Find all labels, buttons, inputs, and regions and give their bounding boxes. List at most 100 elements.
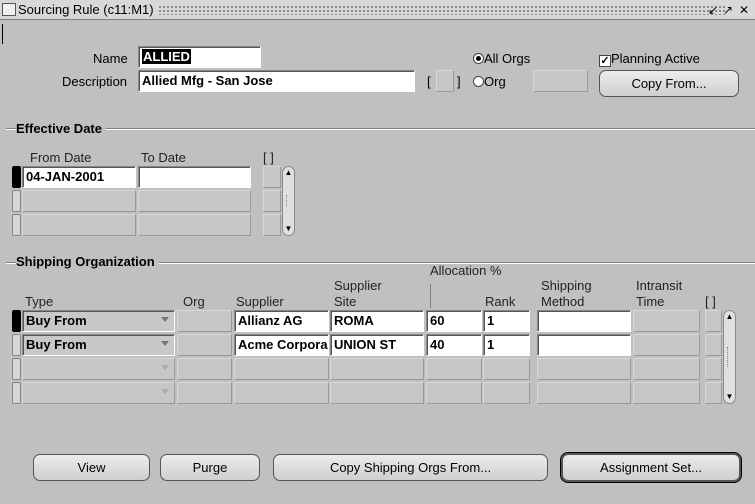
allocation-cell[interactable]: 40 <box>426 334 482 356</box>
from-date-field[interactable] <box>22 214 136 236</box>
copy-from-button[interactable]: Copy From... <box>599 70 739 97</box>
org-cell[interactable] <box>177 310 232 332</box>
flex-bracket: [ <box>427 74 432 89</box>
type-select[interactable]: Buy From <box>22 334 175 356</box>
maximize-icon[interactable]: ↗ <box>721 2 735 18</box>
to-date-field[interactable] <box>138 214 251 236</box>
org-field[interactable] <box>533 70 588 92</box>
copy-shipping-orgs-button[interactable]: Copy Shipping Orgs From... <box>273 454 548 481</box>
chevron-down-icon <box>161 317 169 322</box>
close-icon[interactable]: ✕ <box>737 2 751 18</box>
scroll-up-icon[interactable]: ▲ <box>283 168 294 178</box>
shipping-method-cell[interactable] <box>537 382 631 404</box>
name-label: Name <box>93 51 128 66</box>
shipping-method-cell[interactable] <box>537 334 631 356</box>
org-cell[interactable] <box>177 358 232 380</box>
allocation-cell[interactable] <box>426 358 482 380</box>
type-select[interactable]: Buy From <box>22 310 175 332</box>
checkbox-checked-icon: ✓ <box>599 55 611 67</box>
to-date-field[interactable] <box>138 190 251 212</box>
assignment-set-button[interactable]: Assignment Set... <box>560 452 742 483</box>
scroll-grip-icon[interactable] <box>286 195 291 207</box>
intransit-time-cell[interactable] <box>633 334 700 356</box>
shipping-flex-cell[interactable] <box>705 310 722 332</box>
type-value: Buy From <box>26 313 87 328</box>
type-select[interactable] <box>22 382 175 404</box>
planning-active-label: Planning Active <box>611 51 700 66</box>
supplier-cell[interactable]: Allianz AG <box>234 310 329 332</box>
planning-active-checkbox[interactable]: ✓Planning Active <box>599 51 700 67</box>
row-indicator[interactable] <box>12 382 21 404</box>
allocation-cell[interactable] <box>426 382 482 404</box>
scroll-down-icon[interactable]: ▼ <box>724 392 735 402</box>
supplier-cell[interactable] <box>234 382 329 404</box>
scroll-down-icon[interactable]: ▼ <box>283 224 294 234</box>
org-cell[interactable] <box>177 382 232 404</box>
minimize-icon[interactable]: ↙ <box>706 2 720 18</box>
shipping-method-cell[interactable] <box>537 310 631 332</box>
date-flex-cell[interactable] <box>263 214 281 236</box>
shipping-flex-cell[interactable] <box>705 334 722 356</box>
org-header: Org <box>183 294 205 309</box>
row-indicator[interactable] <box>12 214 21 236</box>
flex-bracket-close: ] <box>457 74 461 89</box>
shipping-method-header: Shipping Method <box>541 278 592 309</box>
to-date-field[interactable] <box>138 166 251 188</box>
shipping-method-cell[interactable] <box>537 358 631 380</box>
intransit-time-cell[interactable] <box>633 358 700 380</box>
date-flex-cell[interactable] <box>263 190 281 212</box>
radio-unselected-icon <box>473 76 484 87</box>
header-separator <box>430 284 431 308</box>
date-scrollbar[interactable]: ▲ ▼ <box>282 166 295 236</box>
scroll-up-icon[interactable]: ▲ <box>724 312 735 322</box>
supplier-header: Supplier <box>236 294 284 309</box>
supplier-site-cell[interactable] <box>330 382 424 404</box>
org-label: Org <box>484 74 506 89</box>
effective-date-title: Effective Date <box>16 121 106 136</box>
name-value: ALLIED <box>142 49 191 64</box>
supplier-site-header: Supplier Site <box>334 278 382 309</box>
shipping-org-title: Shipping Organization <box>16 254 159 269</box>
supplier-cell[interactable]: Acme Corpora <box>234 334 329 356</box>
description-field[interactable]: Allied Mfg - San Jose <box>138 70 415 92</box>
shipping-flex-cell[interactable] <box>705 382 722 404</box>
rank-cell[interactable]: 1 <box>483 310 530 332</box>
date-bracket: [ ] <box>263 150 274 165</box>
intransit-time-cell[interactable] <box>633 310 700 332</box>
name-field[interactable]: ALLIED <box>138 46 261 68</box>
row-indicator-current[interactable] <box>12 310 21 332</box>
date-flex-cell[interactable] <box>263 166 281 188</box>
type-select[interactable] <box>22 358 175 380</box>
supplier-site-cell[interactable]: ROMA <box>330 310 424 332</box>
supplier-cell[interactable] <box>234 358 329 380</box>
view-button[interactable]: View <box>33 454 150 481</box>
window-title: Sourcing Rule (c11:M1) <box>4 2 158 17</box>
purge-button[interactable]: Purge <box>160 454 260 481</box>
rank-cell[interactable] <box>483 382 530 404</box>
all-orgs-radio[interactable]: All Orgs <box>473 51 530 66</box>
row-indicator[interactable] <box>12 358 21 380</box>
from-date-field[interactable]: 04-JAN-2001 <box>22 166 136 188</box>
shipping-scrollbar[interactable]: ▲ ▼ <box>723 310 736 404</box>
window-title-bar: Sourcing Rule (c11:M1) ↙ ↗ ✕ <box>0 0 755 20</box>
window-menu-icon[interactable] <box>2 3 16 16</box>
flexfield-box[interactable] <box>436 70 454 92</box>
org-radio[interactable]: Org <box>473 74 506 89</box>
all-orgs-label: All Orgs <box>484 51 531 66</box>
row-indicator[interactable] <box>12 190 21 212</box>
allocation-cell[interactable]: 60 <box>426 310 482 332</box>
text-cursor <box>2 24 3 44</box>
scroll-grip-icon[interactable] <box>727 347 732 367</box>
allocation-header: Allocation % <box>430 263 502 278</box>
intransit-time-cell[interactable] <box>633 382 700 404</box>
row-indicator[interactable] <box>12 334 21 356</box>
org-cell[interactable] <box>177 334 232 356</box>
supplier-site-cell[interactable] <box>330 358 424 380</box>
supplier-site-cell[interactable]: UNION ST <box>330 334 424 356</box>
rank-cell[interactable] <box>483 358 530 380</box>
shipping-flex-cell[interactable] <box>705 358 722 380</box>
section-divider <box>6 128 755 130</box>
row-indicator-current[interactable] <box>12 166 21 188</box>
from-date-field[interactable] <box>22 190 136 212</box>
rank-cell[interactable]: 1 <box>483 334 530 356</box>
